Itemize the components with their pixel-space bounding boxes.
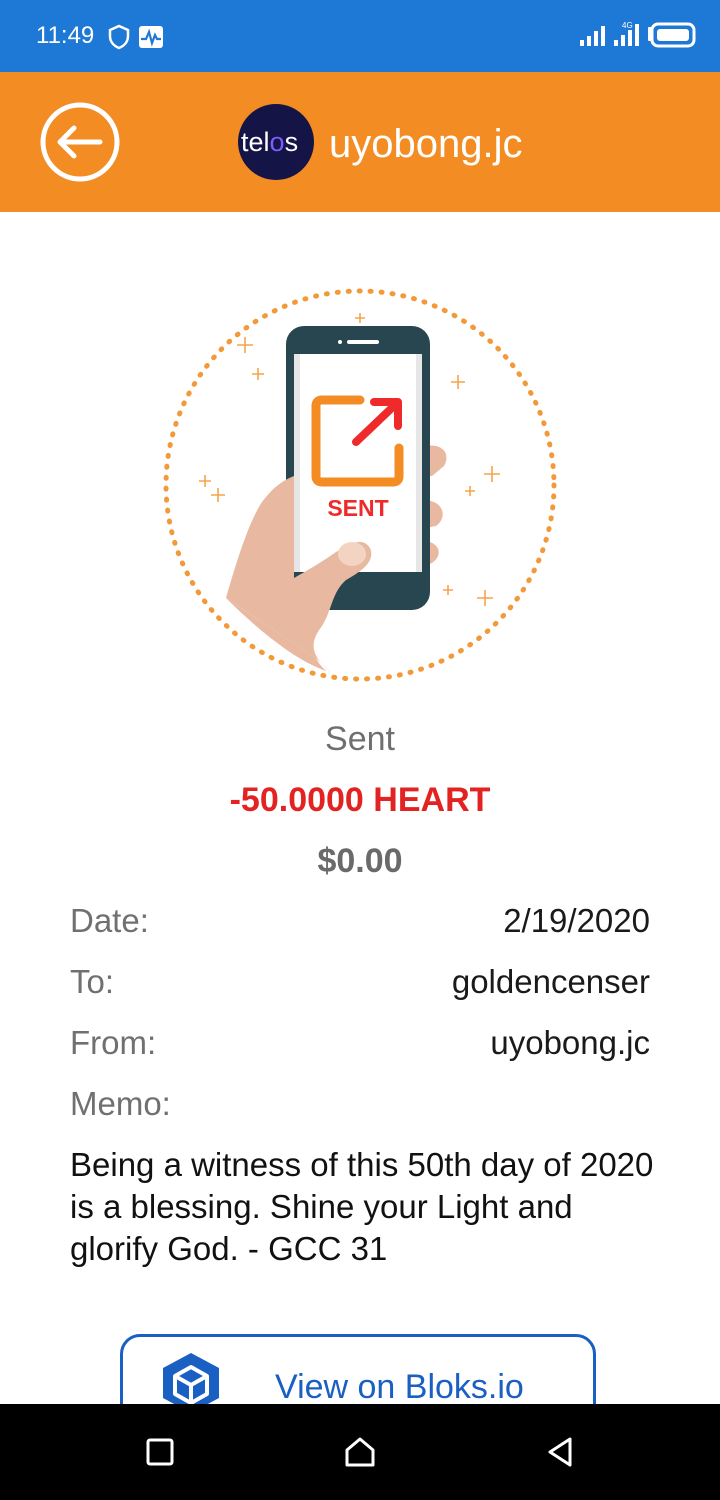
- back-arrow-icon: [40, 102, 120, 182]
- account-title: uyobong.jc: [329, 122, 523, 166]
- transaction-fiat-value: $0.00: [317, 842, 403, 880]
- recent-apps-icon[interactable]: [140, 1432, 180, 1472]
- detail-row-date: Date: 2/19/2020: [70, 898, 650, 944]
- detail-value: uyobong.jc: [490, 1024, 650, 1061]
- detail-label: Date:: [70, 902, 149, 939]
- system-nav-bar: [0, 1404, 720, 1500]
- svg-text:4G: 4G: [622, 21, 633, 30]
- detail-label: From:: [70, 1024, 157, 1061]
- sent-phone-icon: SENT: [163, 288, 557, 682]
- back-button[interactable]: [40, 102, 120, 182]
- detail-row-to: To: goldencenser: [70, 959, 650, 1005]
- status-indicators: 4G: [580, 21, 696, 48]
- home-icon[interactable]: [340, 1432, 380, 1472]
- detail-value: 2/19/2020: [503, 902, 650, 939]
- back-icon[interactable]: [540, 1432, 580, 1472]
- signal-icon: [580, 26, 605, 46]
- battery-icon: [648, 22, 696, 48]
- status-time: 11:49: [36, 22, 95, 49]
- shield-icon: [108, 24, 130, 50]
- status-bar: 11:49 4G: [0, 0, 720, 72]
- memo-text: Being a witness of this 50th day of 2020…: [70, 1146, 654, 1267]
- logo-text: telos: [241, 127, 298, 157]
- transaction-amount: -50.0000 HEART: [229, 781, 491, 819]
- detail-row-from: From: uyobong.jc: [70, 1020, 650, 1066]
- app-bar: telos uyobong.jc: [0, 72, 720, 212]
- detail-label: To:: [70, 963, 115, 1000]
- transaction-type: Sent: [325, 720, 395, 758]
- detail-row-memo: Memo:: [70, 1081, 650, 1127]
- sent-screen-text: SENT: [327, 495, 388, 521]
- detail-value: goldencenser: [451, 963, 650, 1000]
- view-on-bloks-label: View on Bloks.io: [275, 1368, 524, 1406]
- signal-icon: 4G: [614, 21, 639, 46]
- pulse-icon: [139, 26, 163, 48]
- telos-logo: telos: [238, 104, 314, 180]
- memo-label: Memo:: [70, 1085, 171, 1122]
